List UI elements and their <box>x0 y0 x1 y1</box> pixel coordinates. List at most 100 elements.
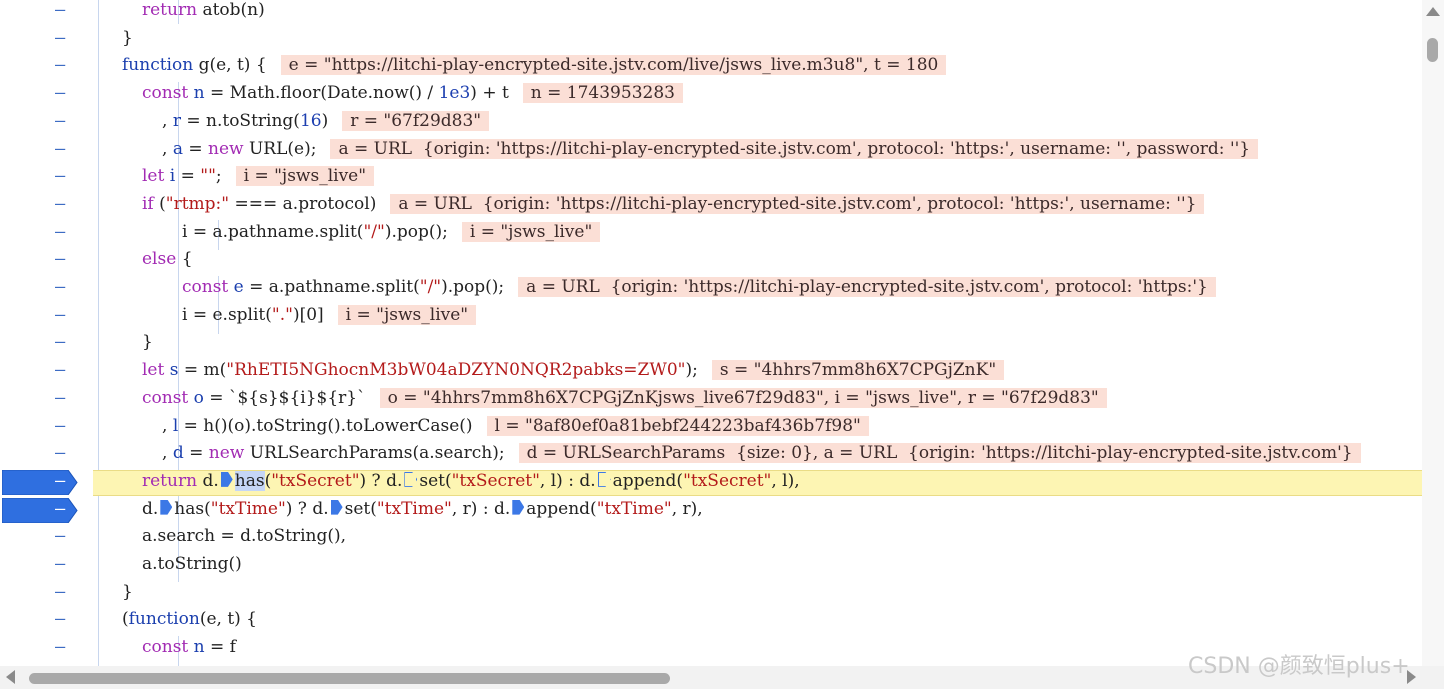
token: return <box>142 470 198 491</box>
token: , l), <box>771 470 800 491</box>
scroll-up-arrow-icon[interactable] <box>1426 7 1440 16</box>
code-line[interactable]: –, a = new URL(e); a = URL {origin: 'http… <box>0 137 1422 165</box>
token: ) + t <box>470 83 509 104</box>
code-text: else { <box>142 247 193 275</box>
inline-breakpoint-icon[interactable] <box>220 471 233 487</box>
token: } <box>142 332 153 353</box>
gutter-cell[interactable]: – <box>0 0 98 26</box>
code-line[interactable]: – let s = m("RhETI5NGhocnM3bW04aDZYN0NQR2… <box>0 358 1422 386</box>
line-marker: – <box>55 193 66 214</box>
token: ( <box>122 609 129 630</box>
token: { <box>176 249 193 270</box>
code-line[interactable]: – const e = a.pathname.split("/").pop(); a… <box>0 275 1422 303</box>
vertical-scroll-thumb[interactable] <box>1427 38 1438 62</box>
token: "txSecret" <box>683 470 772 491</box>
token: , l) : d. <box>539 470 596 491</box>
code-text: } <box>122 580 133 608</box>
code-line[interactable]: – i = a.pathname.split("/").pop(); i = "js… <box>0 220 1422 248</box>
gutter-cell[interactable]: – <box>0 81 98 109</box>
gutter-cell[interactable]: – <box>0 358 98 386</box>
code-line[interactable]: – return atob(n) <box>0 0 1422 26</box>
code-line[interactable]: – d. has("txTime") ? d. set("txTime", r) : … <box>0 497 1422 525</box>
code-text: a.toString() <box>142 552 242 580</box>
token: o <box>188 387 204 408</box>
gutter-cell[interactable]: – <box>0 220 98 248</box>
code-text: const n = f <box>142 635 236 663</box>
code-line[interactable]: – const o = `${s}${i}${r}` o = "4hhrs7mm8h… <box>0 386 1422 414</box>
inline-breakpoint-icon[interactable] <box>597 471 611 487</box>
gutter-cell[interactable]: – <box>0 386 98 414</box>
token: = n.toString( <box>180 110 300 131</box>
code-line[interactable]: – let i = ""; i = "jsws_live" <box>0 164 1422 192</box>
gutter-cell[interactable]: – <box>0 469 98 497</box>
code-line[interactable]: –, d = new URLSearchParams(a.search); d =… <box>0 441 1422 469</box>
breakpoint-marker-icon[interactable]: – <box>2 469 78 495</box>
code-line[interactable]: –} <box>0 330 1422 358</box>
inline-variable-value: d = URLSearchParams {size: 0}, a = URL {… <box>518 443 1361 464</box>
inline-variable-value: e = "https://litchi-play-encrypted-site.… <box>280 55 947 76</box>
token: a.toString() <box>142 554 242 574</box>
code-line[interactable]: –} <box>0 26 1422 54</box>
token: append( <box>612 470 684 491</box>
token: ) ? d. <box>359 470 403 491</box>
gutter-cell[interactable]: – <box>0 109 98 137</box>
gutter-cell[interactable]: – <box>0 330 98 358</box>
code-line[interactable]: – return d. has("txSecret") ? d. set("txSec… <box>0 469 1422 497</box>
gutter-cell[interactable]: – <box>0 580 98 608</box>
inline-breakpoint-icon[interactable] <box>404 471 418 487</box>
token: e <box>228 277 244 297</box>
vertical-scrollbar[interactable] <box>1422 0 1444 666</box>
token: "/" <box>419 277 442 297</box>
gutter-cell[interactable]: – <box>0 524 98 552</box>
gutter-cell[interactable]: – <box>0 192 98 220</box>
code-text: } <box>142 330 153 358</box>
code-text: const o = `${s}${i}${r}` o = "4hhrs7mm8h6… <box>142 386 1107 414</box>
inline-breakpoint-icon[interactable] <box>512 499 525 515</box>
line-marker: – <box>55 277 66 297</box>
inline-breakpoint-icon[interactable] <box>160 499 173 515</box>
gutter-cell[interactable]: – <box>0 303 98 331</box>
gutter-cell[interactable]: – <box>0 552 98 580</box>
code-line[interactable]: – a.search = d.toString(), <box>0 524 1422 552</box>
code-line[interactable]: – if ("rtmp:" === a.protocol) a = URL {ori… <box>0 192 1422 220</box>
token: d. <box>142 498 159 519</box>
token: = `${s}${i}${r}` <box>203 387 366 408</box>
gutter-cell[interactable]: – <box>0 414 98 442</box>
line-marker: – <box>55 554 66 574</box>
code-line[interactable]: – const n = Math.floor(Date.now() / 1e3) … <box>0 81 1422 109</box>
code-editor[interactable]: – return atob(n) –} – function g(e, t) {e = … <box>0 0 1422 666</box>
breakpoint-marker-icon[interactable]: – <box>2 497 78 523</box>
code-line[interactable]: – a.toString() <box>0 552 1422 580</box>
token: "" <box>200 166 216 187</box>
token: let <box>142 166 165 187</box>
gutter-cell[interactable]: – <box>0 137 98 165</box>
gutter-cell[interactable]: – <box>0 53 98 81</box>
code-line[interactable]: – function g(e, t) {e = "https://litchi-p… <box>0 53 1422 81</box>
line-marker: – <box>55 304 66 325</box>
inline-breakpoint-icon[interactable] <box>330 499 343 515</box>
gutter-cell[interactable]: – <box>0 26 98 54</box>
code-line[interactable]: – , l = h()(o).toString().toLowerCase() l … <box>0 414 1422 442</box>
gutter-cell[interactable]: – <box>0 275 98 303</box>
gutter-cell[interactable]: – <box>0 497 98 525</box>
line-marker: – <box>55 221 66 242</box>
gutter-cell[interactable]: – <box>0 635 98 663</box>
token: d <box>172 443 184 464</box>
inline-variable-value: i = "jsws_live" <box>235 166 375 187</box>
token: d. <box>197 470 219 491</box>
token: = m( <box>178 360 227 381</box>
horizontal-scroll-thumb[interactable] <box>29 673 670 684</box>
code-line[interactable]: –, r = n.toString(16) r = "67f29d83" <box>0 109 1422 137</box>
gutter-cell[interactable]: – <box>0 164 98 192</box>
inline-variable-value: o = "4hhrs7mm8h6X7CPGjZnKjsws_live67f29d… <box>379 387 1107 408</box>
code-line[interactable]: –} <box>0 580 1422 608</box>
code-text: let i = ""; i = "jsws_live" <box>142 164 375 192</box>
code-line[interactable]: – (function(e, t) { <box>0 607 1422 635</box>
code-line[interactable]: – i = e.split(".")[0] i = "jsws_live" <box>0 303 1422 331</box>
token: ); <box>685 360 698 381</box>
gutter-cell[interactable]: – <box>0 247 98 275</box>
scroll-left-arrow-icon[interactable] <box>6 670 15 684</box>
gutter-cell[interactable]: – <box>0 607 98 635</box>
gutter-cell[interactable]: – <box>0 441 98 469</box>
code-line[interactable]: – else { <box>0 247 1422 275</box>
